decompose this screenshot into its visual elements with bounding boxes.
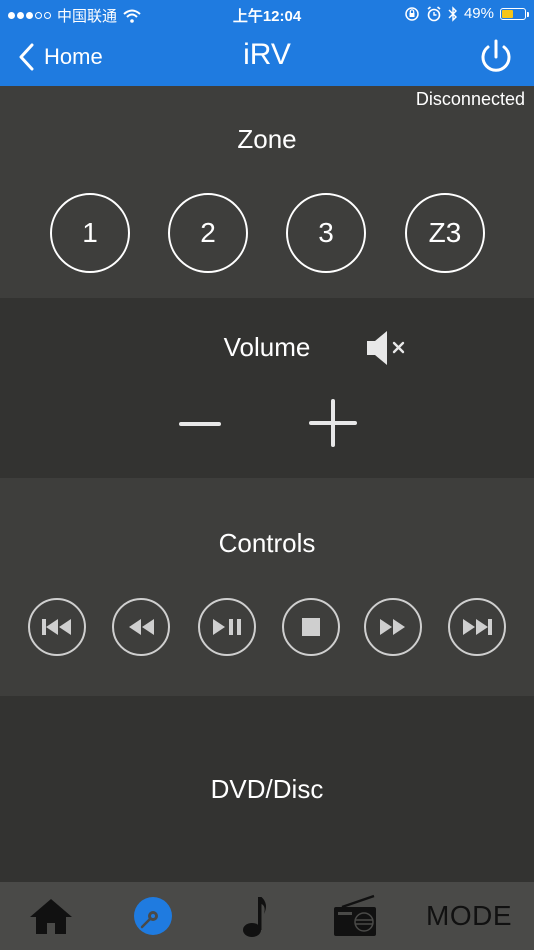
skip-forward-icon (463, 619, 492, 635)
skip-forward-button[interactable] (448, 598, 506, 656)
zone-button-3[interactable]: 3 (286, 193, 366, 273)
status-right: 49% (404, 5, 529, 22)
tab-bar: MODE (0, 882, 534, 950)
radio-icon (334, 894, 376, 936)
zone-title: Zone (237, 124, 297, 154)
power-button[interactable] (478, 38, 514, 76)
home-icon (30, 899, 72, 934)
volume-title: Volume (223, 332, 311, 362)
mute-button[interactable] (365, 328, 411, 368)
tab-mode[interactable]: MODE (424, 894, 514, 938)
stop-button[interactable] (282, 598, 340, 656)
plus-icon (309, 399, 357, 447)
source-section: DVD/Disc (0, 696, 534, 882)
bluetooth-icon (448, 5, 457, 22)
rewind-icon (129, 619, 154, 635)
play-pause-icon (213, 619, 241, 635)
alarm-icon (427, 5, 441, 21)
play-pause-button[interactable] (198, 598, 256, 656)
volume-section: Volume (0, 298, 534, 478)
skip-back-button[interactable] (28, 598, 86, 656)
tab-music[interactable] (240, 894, 270, 938)
stop-icon (302, 618, 320, 636)
zone-button-1[interactable]: 1 (50, 193, 130, 273)
status-bar: 中国联通 上午12:04 49% (0, 0, 534, 28)
tab-home[interactable] (28, 894, 74, 938)
zone-button-z3[interactable]: Z3 (405, 193, 485, 273)
rewind-button[interactable] (112, 598, 170, 656)
power-icon (481, 39, 511, 72)
music-note-icon (243, 897, 266, 937)
zone-section: Disconnected Zone 1 2 3 Z3 (0, 86, 534, 298)
fast-forward-icon (380, 619, 405, 635)
speaker-mute-icon (367, 331, 405, 365)
minus-icon (179, 422, 221, 426)
volume-down-button[interactable] (176, 402, 224, 442)
page-title: iRV (243, 38, 291, 71)
orientation-lock-icon (405, 6, 419, 21)
source-title: DVD/Disc (210, 774, 324, 804)
zone-button-2[interactable]: 2 (168, 193, 248, 273)
fast-forward-button[interactable] (364, 598, 422, 656)
battery-percent: 49% (463, 5, 494, 22)
nav-bar: Home iRV (0, 28, 534, 86)
volume-up-button[interactable] (308, 398, 358, 448)
controls-title: Controls (218, 528, 316, 558)
tab-radio[interactable] (332, 894, 378, 938)
disc-icon (134, 897, 172, 935)
skip-back-icon (42, 619, 71, 635)
battery-icon (500, 7, 529, 20)
controls-section: Controls (0, 478, 534, 696)
connection-status: Disconnected (415, 89, 525, 109)
tab-disc[interactable] (132, 894, 174, 938)
